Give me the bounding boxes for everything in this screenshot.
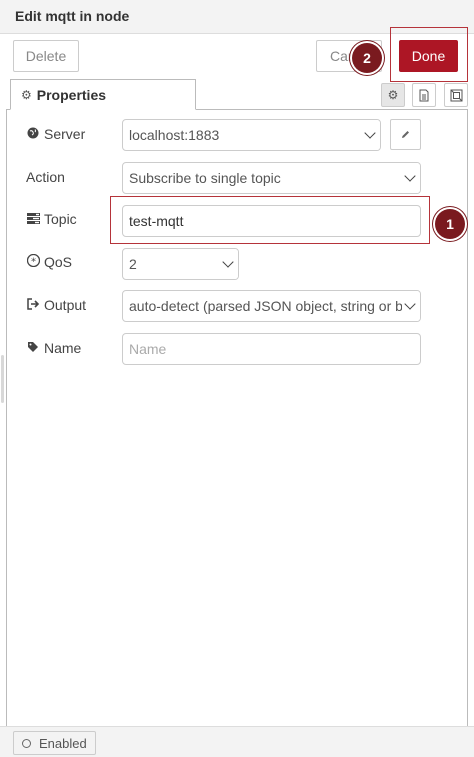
tab-properties-label: Properties [36,86,107,103]
enabled-label: Enabled [39,735,87,751]
action-value: Subscribe to single topic [129,170,281,186]
topic-label-text: Topic [44,211,77,227]
pencil-icon [402,131,409,138]
server-label-text: Server [44,126,86,142]
edit-server-button[interactable] [390,119,421,150]
topic-value: test-mqtt [129,213,184,229]
resize-handle[interactable] [1,355,4,403]
edit-node-tray: Edit mqtt in node Delete Cancel Done ⚙ P… [0,0,474,757]
topic-input[interactable]: test-mqtt [122,205,421,237]
tag-icon [26,341,40,356]
action-label-text: Action [26,169,65,185]
frame-icon [450,89,462,101]
delete-button[interactable]: Delete [13,40,79,72]
document-icon [419,89,429,101]
gear-icon: ⚙ [387,88,399,102]
appearance-tool-button[interactable] [444,83,468,107]
description-tool-button[interactable] [412,83,436,107]
action-label: Action [26,169,65,185]
server-value: localhost:1883 [129,127,220,143]
topic-label: Topic [26,211,77,227]
circle-icon [22,738,31,748]
node-properties-tool-button[interactable]: ⚙ [381,83,405,107]
qos-label: * QoS [26,253,73,270]
qos-label-text: QoS [44,254,73,270]
output-value: auto-detect (parsed JSON object, string … [129,298,421,314]
output-select[interactable]: auto-detect (parsed JSON object, string … [122,290,421,322]
action-select[interactable]: Subscribe to single topic [122,162,421,194]
properties-panel [6,109,468,726]
globe-icon [26,127,40,142]
gear-icon: ⚙ [21,87,32,102]
name-label-text: Name [44,340,82,356]
annotation-badge-1: 1 [435,209,465,239]
done-button[interactable]: Done [399,40,458,72]
qos-value: 2 [129,256,137,272]
name-label: Name [26,340,81,356]
svg-text:*: * [31,257,36,268]
sign-out-icon [26,297,40,313]
output-label: Output [26,297,86,313]
annotation-badge-2: 2 [352,43,382,73]
qos-select[interactable]: 2 [122,248,239,280]
tab-properties[interactable]: ⚙ Properties [10,79,196,110]
tray-title: Edit mqtt in node [15,8,130,24]
tray-header: Edit mqtt in node [0,0,474,34]
enabled-toggle[interactable]: Enabled [13,731,96,755]
server-select[interactable]: localhost:1883 [122,119,381,151]
asterisk-icon: * [26,253,40,270]
tasks-icon [26,212,40,227]
output-label-text: Output [44,297,87,313]
name-input[interactable]: Name [122,333,421,365]
name-placeholder: Name [129,341,167,357]
server-label: Server [26,126,85,142]
